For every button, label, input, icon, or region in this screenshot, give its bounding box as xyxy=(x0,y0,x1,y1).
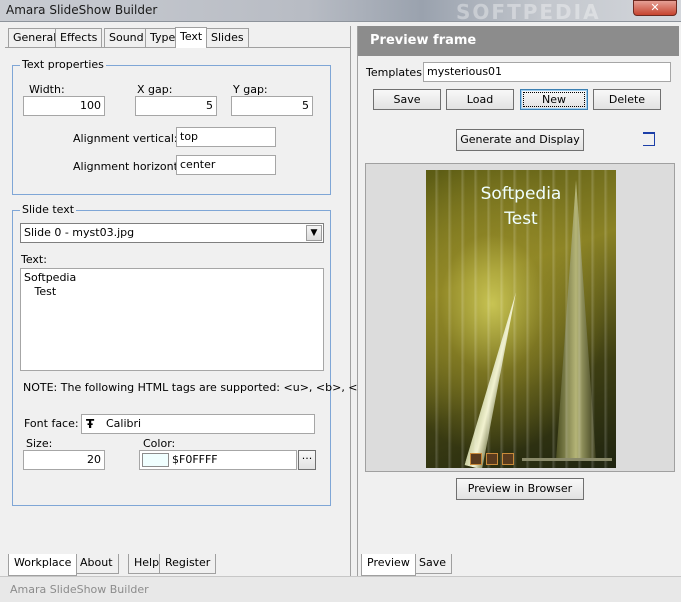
delete-button[interactable]: Delete xyxy=(593,89,661,110)
html-tags-note: NOTE: The following HTML tags are suppor… xyxy=(23,381,370,394)
font-face-input[interactable]: Ŧ Calibri xyxy=(81,414,315,434)
color-picker-button[interactable]: ··· xyxy=(298,450,316,470)
templates-input[interactable]: mysterious01 xyxy=(423,62,671,82)
font-face-label: Font face: xyxy=(24,417,79,430)
text-line: Test xyxy=(24,285,57,298)
right-pane: Preview frame Templates: mysterious01 Sa… xyxy=(357,26,679,576)
tab-about-us[interactable]: About us xyxy=(74,554,119,587)
slide-text-group: Slide text Slide 0 - myst03.jpg ▼ Text: … xyxy=(12,203,370,506)
slide-preview-line: Test xyxy=(504,209,538,229)
generate-and-display-button[interactable]: Generate and Display xyxy=(456,129,584,151)
text-line: Softpedia xyxy=(24,271,77,284)
text-tab-panel: Text properties Width: 100 X gap: 5 Y ga… xyxy=(5,47,370,557)
preview-in-browser-button[interactable]: Preview in Browser xyxy=(456,478,584,500)
alignment-horizontal-input[interactable]: center xyxy=(176,155,276,175)
xgap-input[interactable]: 5 xyxy=(135,96,217,116)
text-properties-group: Text properties Width: 100 X gap: 5 Y ga… xyxy=(12,58,331,195)
ygap-label: Y gap: xyxy=(233,83,268,96)
slide-text-area[interactable]: Softpedia Test xyxy=(20,268,324,371)
title-bar: Amara SlideShow Builder SOFTPEDIA ✕ xyxy=(0,0,681,24)
width-input[interactable]: 100 xyxy=(23,96,105,116)
progress-track[interactable] xyxy=(522,458,612,461)
new-button[interactable]: New xyxy=(520,89,588,110)
xgap-label: X gap: xyxy=(137,83,173,96)
slide-preview-text: Softpedia Test xyxy=(426,182,616,232)
watermark-text: SOFTPEDIA xyxy=(456,0,601,24)
size-input[interactable]: 20 xyxy=(23,450,105,470)
preview-frame-header: Preview frame xyxy=(358,26,679,56)
text-label: Text: xyxy=(21,253,47,266)
templates-label: Templates: xyxy=(366,66,426,79)
tab-register[interactable]: Register xyxy=(159,554,217,574)
close-button[interactable]: ✕ xyxy=(633,0,677,16)
restore-icon[interactable] xyxy=(643,132,655,146)
status-bar-title: Amara SlideShow Builder xyxy=(10,583,149,596)
tab-preview[interactable]: Preview xyxy=(361,554,416,576)
width-label: Width: xyxy=(29,83,65,96)
font-icon: Ŧ xyxy=(86,417,95,431)
chevron-down-icon[interactable]: ▼ xyxy=(306,225,322,241)
stop-icon[interactable] xyxy=(502,453,514,465)
size-label: Size: xyxy=(26,437,53,450)
color-input[interactable]: $F0FFFF xyxy=(139,450,297,470)
slide-text-legend: Slide text xyxy=(20,203,77,216)
pause-icon[interactable] xyxy=(486,453,498,465)
alignment-vertical-input[interactable]: top xyxy=(176,127,276,147)
slide-select[interactable]: Slide 0 - myst03.jpg ▼ xyxy=(20,223,324,243)
preview-area: Softpedia Test xyxy=(365,163,675,472)
color-swatch xyxy=(142,453,169,467)
tab-text[interactable]: Text xyxy=(175,27,208,48)
alignment-vertical-label: Alignment vertical: xyxy=(73,132,178,145)
tab-workplace[interactable]: Workplace xyxy=(8,554,78,576)
window-title: Amara SlideShow Builder xyxy=(6,3,158,17)
slide-preview-line: Softpedia xyxy=(480,184,562,204)
tab-general[interactable]: General xyxy=(8,28,62,47)
tab-slides[interactable]: Slides xyxy=(206,28,249,47)
tab-effects[interactable]: Effects xyxy=(55,28,103,47)
close-icon: ✕ xyxy=(650,1,660,14)
color-value: $F0FFFF xyxy=(172,453,218,466)
font-face-value: Calibri xyxy=(106,417,142,430)
left-pane: General Effects Sound Type Text Slides T… xyxy=(5,26,370,587)
slide-select-value: Slide 0 - myst03.jpg xyxy=(24,226,135,239)
slide-preview-image: Softpedia Test xyxy=(426,170,616,468)
save-button[interactable]: Save xyxy=(373,89,441,110)
alignment-horizontal-label: Alignment horizontal: xyxy=(73,160,192,173)
ygap-input[interactable]: 5 xyxy=(231,96,313,116)
play-icon[interactable] xyxy=(470,453,482,465)
tab-save[interactable]: Save xyxy=(413,554,453,574)
tab-sound[interactable]: Sound xyxy=(104,28,149,47)
text-properties-legend: Text properties xyxy=(20,58,106,71)
color-label: Color: xyxy=(143,437,176,450)
load-button[interactable]: Load xyxy=(446,89,514,110)
status-bar: Amara SlideShow Builder xyxy=(0,576,681,602)
